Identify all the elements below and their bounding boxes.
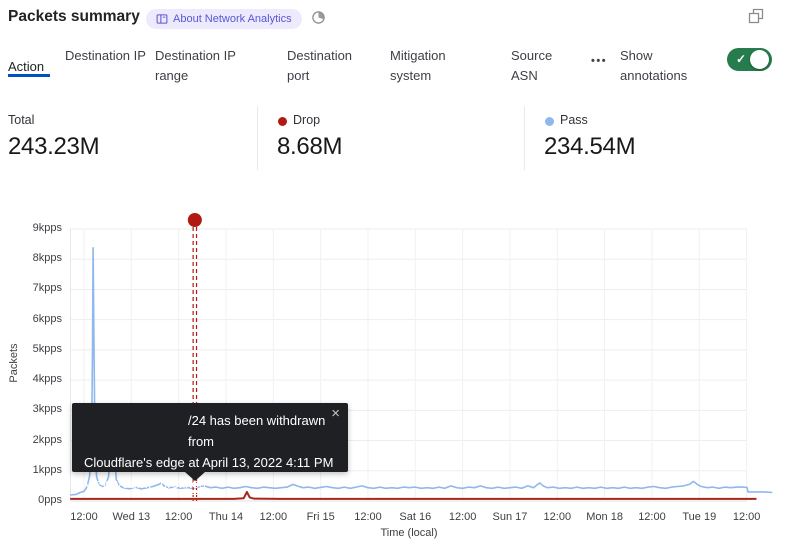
x-tick-label: 12:00 — [439, 511, 487, 523]
x-tick-label: Tue 19 — [675, 511, 723, 523]
y-tick-label: 5kpps — [18, 343, 62, 355]
annotation-tooltip: × /24 has been withdrawn from Cloudflare… — [72, 403, 348, 472]
x-tick-label: Fri 15 — [297, 511, 345, 523]
y-tick-label: 0pps — [18, 494, 62, 506]
x-tick-label: Thu 14 — [202, 511, 250, 523]
y-tick-label: 3kpps — [18, 403, 62, 415]
x-tick-label: Mon 18 — [581, 511, 629, 523]
y-tick-label: 7kpps — [18, 282, 62, 294]
y-tick-label: 2kpps — [18, 434, 62, 446]
x-tick-label: Sun 17 — [486, 511, 534, 523]
x-tick-label: 12:00 — [344, 511, 392, 523]
y-tick-label: 8kpps — [18, 252, 62, 264]
annotation-marker-dot[interactable] — [188, 213, 202, 227]
y-tick-label: 6kpps — [18, 313, 62, 325]
x-tick-label: 12:00 — [155, 511, 203, 523]
y-tick-label: 9kpps — [18, 222, 62, 234]
x-tick-label: Sat 16 — [391, 511, 439, 523]
x-tick-label: 12:00 — [60, 511, 108, 523]
close-icon[interactable]: × — [331, 405, 340, 423]
tooltip-caret — [185, 472, 205, 481]
x-tick-label: 12:00 — [628, 511, 676, 523]
x-tick-label: 12:00 — [533, 511, 581, 523]
y-tick-label: 4kpps — [18, 373, 62, 385]
y-tick-label: 1kpps — [18, 464, 62, 476]
x-tick-label: 12:00 — [723, 511, 771, 523]
x-tick-label: Wed 13 — [107, 511, 155, 523]
x-axis-title: Time (local) — [339, 527, 479, 539]
tooltip-line1: /24 has been withdrawn from — [188, 410, 336, 452]
tooltip-line2: Cloudflare's edge at April 13, 2022 4:11… — [84, 452, 336, 473]
x-tick-label: 12:00 — [249, 511, 297, 523]
